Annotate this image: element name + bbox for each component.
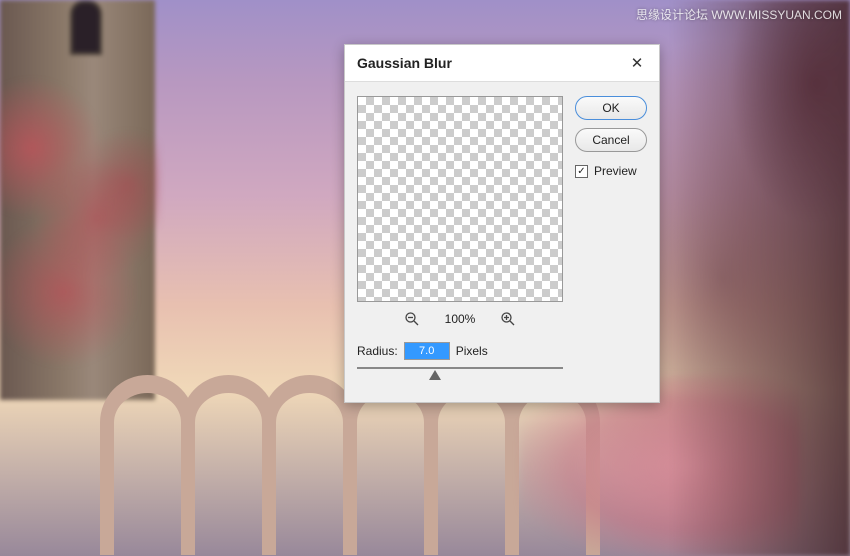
preview-checkbox-label: Preview [594,164,637,178]
preview-checkbox-row[interactable]: ✓ Preview [575,164,647,178]
zoom-percent: 100% [445,312,476,326]
preview-thumbnail[interactable] [357,96,563,302]
button-column: OK Cancel ✓ Preview [575,96,647,382]
zoom-controls: 100% [357,310,563,328]
radius-row: Radius: Pixels [357,342,563,360]
preview-checkbox[interactable]: ✓ [575,165,588,178]
zoom-out-icon [404,311,420,327]
radius-input[interactable] [404,342,450,360]
check-icon: ✓ [577,166,585,177]
watermark-text: 思缘设计论坛 WWW.MISSYUAN.COM [636,6,842,23]
zoom-in-icon [500,311,516,327]
dialog-body: 100% Radius: Pixels OK Cancel ✓ [345,82,659,402]
slider-handle[interactable] [429,370,441,380]
radius-unit: Pixels [456,344,488,358]
zoom-in-button[interactable] [499,310,517,328]
cancel-button[interactable]: Cancel [575,128,647,152]
ok-button[interactable]: OK [575,96,647,120]
zoom-out-button[interactable] [403,310,421,328]
scene-ivy [0,40,160,400]
close-icon: ✕ [631,54,644,72]
dialog-title: Gaussian Blur [357,55,452,71]
dialog-titlebar[interactable]: Gaussian Blur ✕ [345,45,659,82]
slider-track-line [357,367,563,369]
radius-label: Radius: [357,344,398,358]
close-button[interactable]: ✕ [627,53,647,73]
scene-tree [670,0,850,556]
gaussian-blur-dialog: Gaussian Blur ✕ 100% Radius: Pixels [344,44,660,403]
preview-column: 100% Radius: Pixels [357,96,563,382]
radius-slider[interactable] [357,364,563,382]
